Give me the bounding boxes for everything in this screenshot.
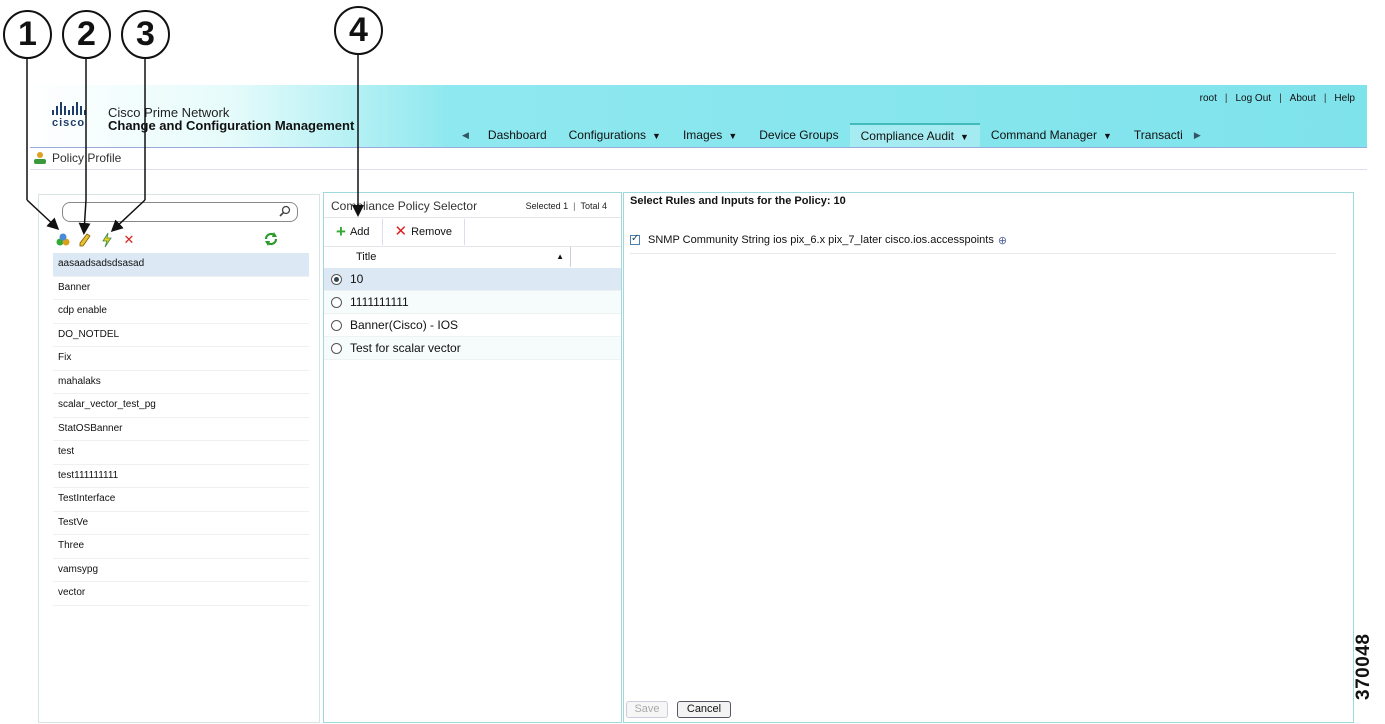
selected-count: Selected 1	[525, 201, 569, 211]
cisco-logo: cisco	[52, 101, 102, 135]
row-title: 1111111111	[350, 295, 409, 309]
column-header-title[interactable]: Title ▲	[348, 247, 571, 267]
table-row[interactable]: 1111111111	[324, 291, 621, 314]
delete-icon[interactable]: ✕	[121, 232, 137, 248]
callout-2: 2	[62, 10, 111, 59]
nav-scroll-left-icon[interactable]: ◀	[454, 130, 477, 141]
breadcrumb-policy-profile[interactable]: Policy Profile	[52, 151, 121, 165]
policy-profile-icon	[34, 152, 46, 164]
caret-down-icon: ▼	[728, 131, 738, 141]
nav-compliance-audit[interactable]: Compliance Audit ▼	[849, 123, 980, 147]
rule-label: SNMP Community String ios pix_6.x pix_7_…	[648, 234, 994, 246]
run-lightning-icon[interactable]	[99, 232, 115, 248]
list-item[interactable]: test	[53, 441, 309, 465]
policy-profile-panel: ✕ aasaadsadsdsasad Banner cdp enable DO_NOT…	[38, 194, 320, 723]
list-item[interactable]: Fix	[53, 347, 309, 371]
nav-device-groups[interactable]: Device Groups	[748, 124, 849, 146]
row-radio[interactable]	[331, 296, 342, 308]
nav-command-manager[interactable]: Command Manager ▼	[980, 124, 1123, 146]
product-module: Change and Configuration Management	[108, 118, 355, 133]
nav-images[interactable]: Images ▼	[672, 124, 748, 146]
rule-checkbox[interactable]	[630, 233, 640, 245]
row-radio[interactable]	[331, 342, 342, 354]
nav-configurations[interactable]: Configurations ▼	[558, 124, 672, 146]
table-row[interactable]: Banner(Cisco) - IOS	[324, 314, 621, 337]
rules-panel: Select Rules and Inputs for the Policy: …	[623, 192, 1354, 723]
list-item[interactable]: aasaadsadsdsasad	[53, 253, 309, 277]
caret-down-icon: ▼	[1102, 131, 1112, 141]
nav-transactions[interactable]: Transacti	[1123, 124, 1194, 146]
row-title: 10	[350, 272, 364, 286]
rule-row: SNMP Community String ios pix_6.x pix_7_…	[630, 227, 1336, 254]
list-item[interactable]: vector	[53, 582, 309, 606]
crosshair-icon[interactable]: ⊕	[998, 234, 1007, 247]
list-item[interactable]: scalar_vector_test_pg	[53, 394, 309, 418]
callout-4: 4	[334, 6, 383, 55]
list-item[interactable]: cdp enable	[53, 300, 309, 324]
compliance-policy-selector: Compliance Policy Selector Selected 1 | To…	[323, 192, 622, 723]
plus-icon: +	[336, 222, 346, 241]
rules-title: Select Rules and Inputs for the Policy: …	[630, 195, 846, 207]
list-item[interactable]: mahalaks	[53, 371, 309, 394]
row-radio[interactable]	[331, 273, 342, 285]
list-item[interactable]: DO_NOTDEL	[53, 324, 309, 347]
save-button[interactable]: Save	[626, 701, 668, 718]
user-name: root	[1199, 93, 1217, 104]
help-link[interactable]: Help	[1334, 93, 1355, 104]
selector-counts: Selected 1 | Total 4	[525, 201, 607, 211]
sort-ascending-icon[interactable]: ▲	[556, 247, 564, 267]
search-icon[interactable]	[279, 205, 291, 217]
search-input[interactable]	[71, 204, 280, 222]
figure-id: 370048	[1353, 633, 1374, 700]
table-row[interactable]: 10	[324, 268, 621, 291]
list-item[interactable]: TestInterface	[53, 488, 309, 512]
total-count: Total 4	[580, 201, 607, 211]
callout-3: 3	[121, 10, 170, 59]
breadcrumb: Policy Profile	[32, 151, 121, 165]
nav-scroll-right-icon[interactable]: ▶	[1194, 130, 1209, 141]
list-item[interactable]: vamsypg	[53, 559, 309, 582]
remove-button[interactable]: ✕ Remove	[383, 219, 466, 245]
cancel-button[interactable]: Cancel	[677, 701, 731, 718]
add-policy-icon[interactable]	[55, 232, 71, 248]
logout-link[interactable]: Log Out	[1235, 93, 1271, 104]
table-row[interactable]: Test for scalar vector	[324, 337, 621, 360]
caret-down-icon: ▼	[960, 132, 969, 142]
list-item[interactable]: StatOSBanner	[53, 418, 309, 441]
main-nav: ◀ Dashboard Configurations ▼ Images ▼ Devi…	[454, 123, 1209, 147]
caret-down-icon: ▼	[652, 131, 661, 141]
divider	[30, 169, 1367, 170]
row-title: Test for scalar vector	[350, 341, 461, 355]
row-title: Banner(Cisco) - IOS	[350, 318, 459, 332]
refresh-icon[interactable]	[263, 231, 279, 247]
selector-title: Compliance Policy Selector	[331, 199, 478, 213]
list-item[interactable]: test111111111	[53, 465, 309, 488]
app-header: cisco Cisco Prime Network Change and Con…	[30, 85, 1367, 148]
policy-list: aasaadsadsdsasad Banner cdp enable DO_NOTDE…	[53, 253, 309, 606]
about-link[interactable]: About	[1290, 93, 1316, 104]
list-item[interactable]: Banner	[53, 277, 309, 300]
search-box	[62, 202, 298, 222]
policy-table: 10 1111111111 Banner(Cisco) - IOS Test for …	[324, 268, 621, 360]
remove-x-icon: ✕	[394, 223, 408, 240]
callout-1: 1	[3, 10, 52, 59]
cisco-wordmark: cisco	[52, 117, 86, 129]
list-item[interactable]: TestVe	[53, 512, 309, 535]
nav-dashboard[interactable]: Dashboard	[477, 124, 558, 146]
edit-pencil-icon[interactable]	[77, 232, 93, 248]
row-radio[interactable]	[331, 319, 342, 331]
top-links: root | Log Out | About | Help	[1199, 93, 1355, 104]
policy-toolbar: ✕	[55, 231, 309, 249]
list-item[interactable]: Three	[53, 535, 309, 559]
selector-toolbar: + Add ✕ Remove	[324, 217, 621, 247]
add-button[interactable]: + Add	[324, 219, 383, 245]
